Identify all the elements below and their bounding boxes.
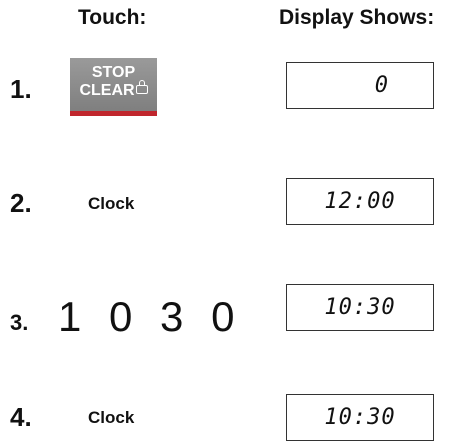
clear-label: CLEAR (79, 82, 135, 99)
step-2-clock-key: Clock (88, 194, 135, 213)
step-4-clock-key: Clock (88, 408, 135, 427)
step-4-number: 4. (10, 402, 32, 432)
touch-header: Touch: (78, 6, 147, 29)
step-1-number: 1. (10, 74, 32, 104)
stop-clear-button[interactable]: STOP CLEAR (70, 58, 157, 116)
step-1-display: 0 (286, 62, 434, 109)
step-2-display: 12:00 (286, 178, 434, 225)
step-2-number: 2. (10, 188, 32, 218)
step-3-display: 10:30 (286, 284, 434, 331)
display-shows-header: Display Shows: (279, 6, 435, 29)
clear-label-row: CLEAR (70, 80, 157, 100)
lock-icon (135, 80, 148, 94)
stop-label: STOP (91, 64, 136, 81)
step-3-digits: 1 0 3 0 (58, 293, 243, 340)
step-4-display: 10:30 (286, 394, 434, 441)
step-3-number: 3. (10, 310, 29, 335)
